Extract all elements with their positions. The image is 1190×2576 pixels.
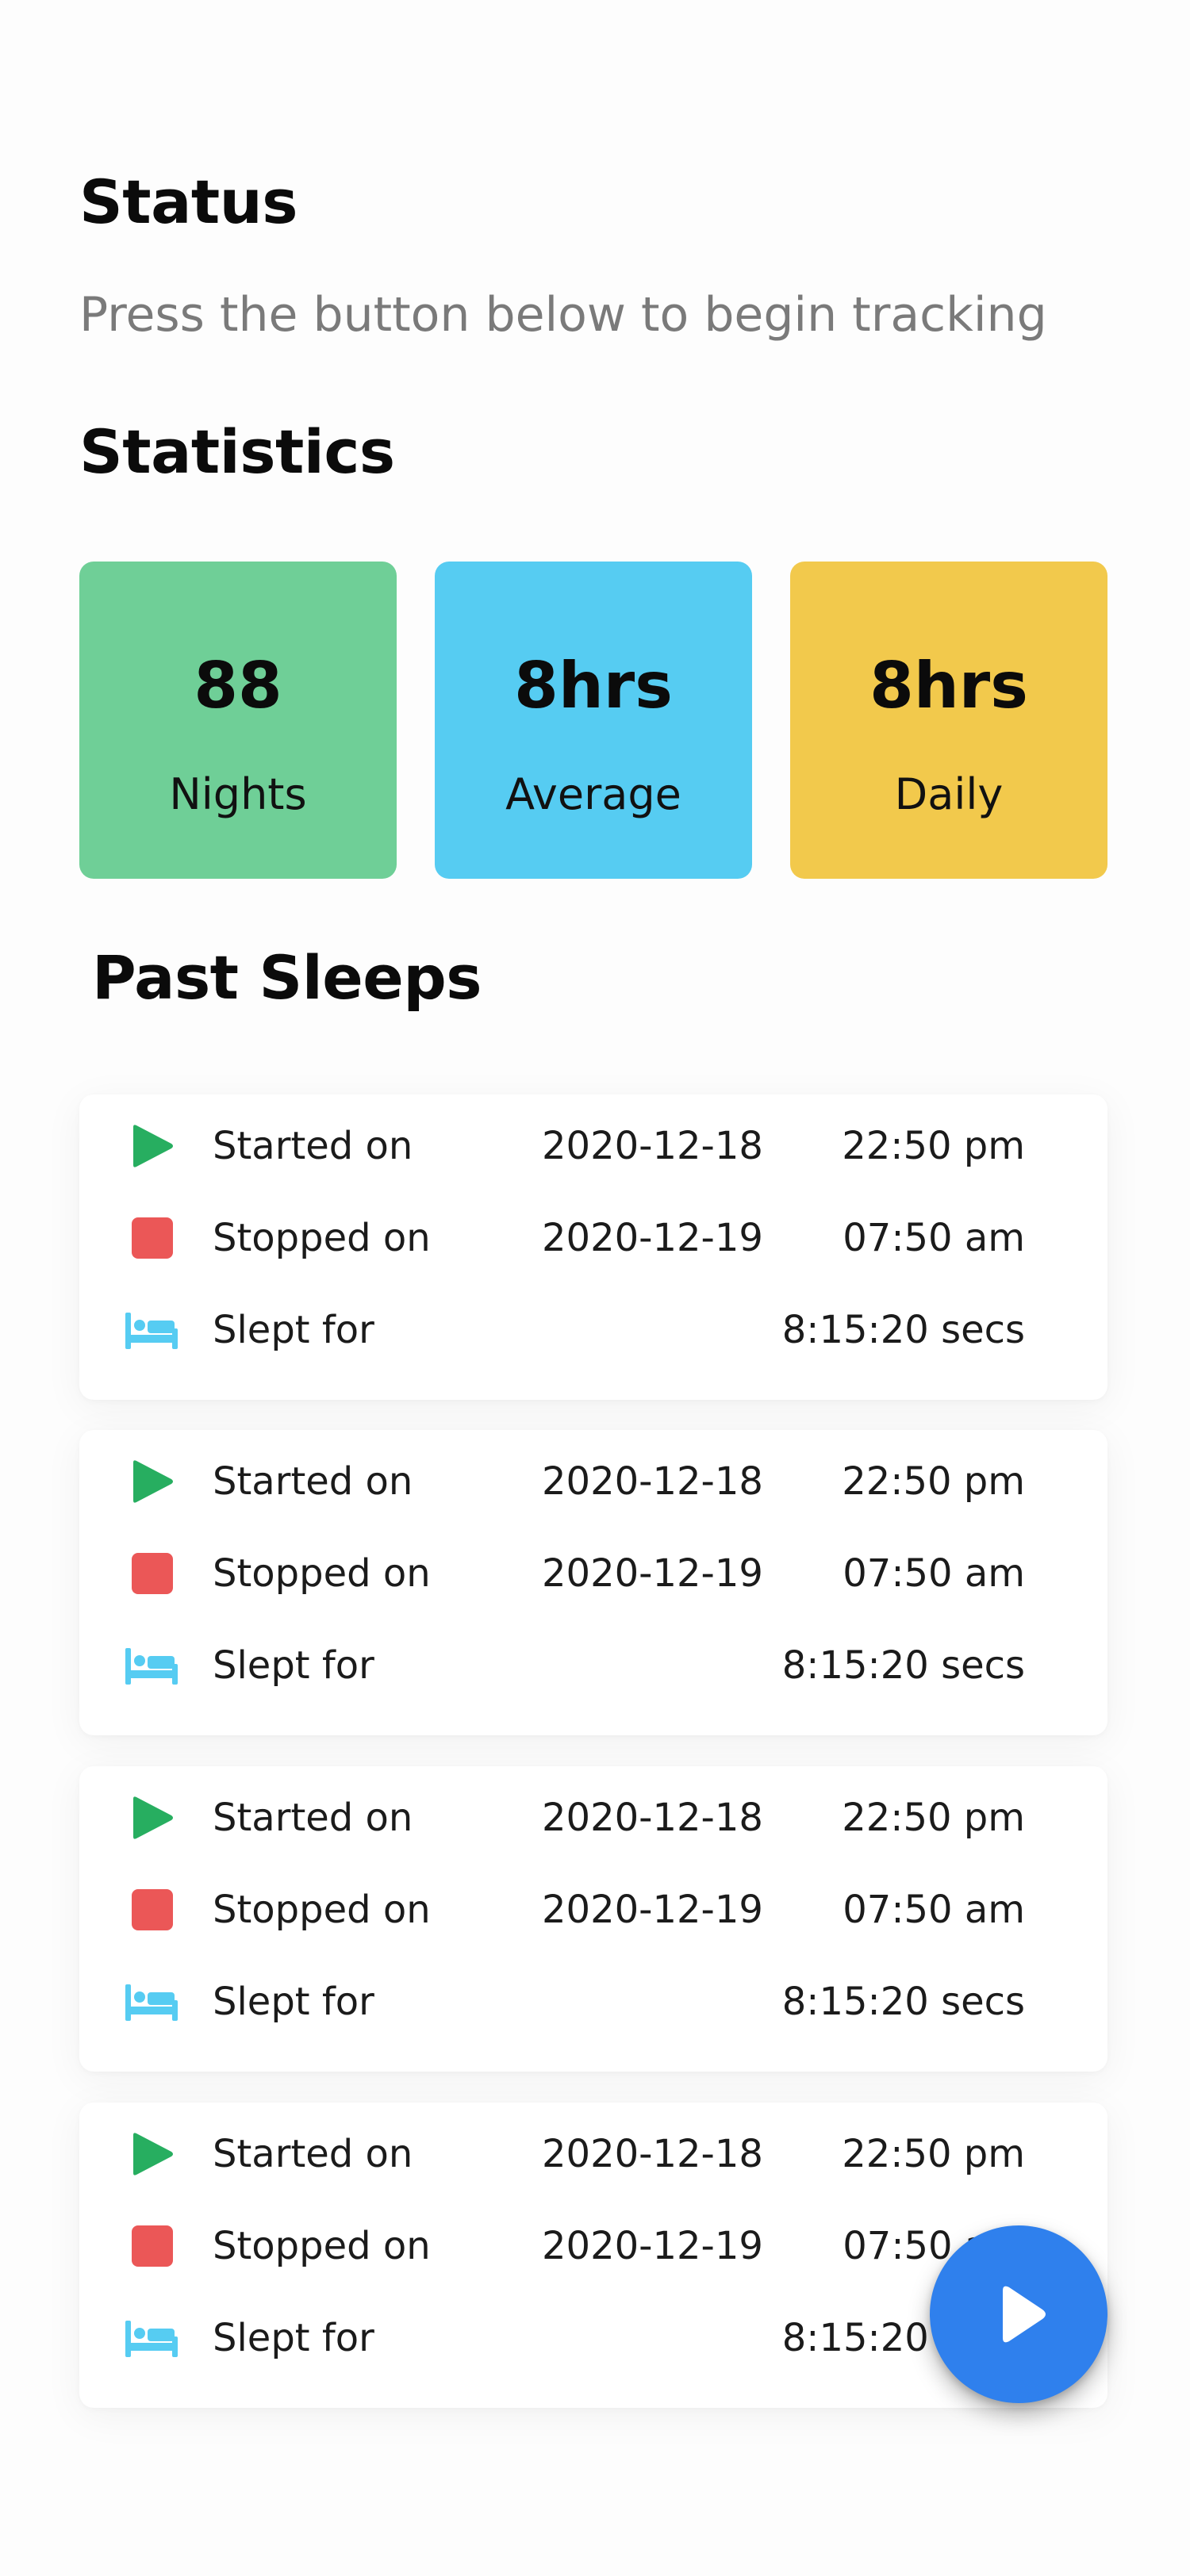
slept-label: Slept for — [213, 1643, 374, 1688]
sleep-record-card: Started on 2020-12-18 22:50 pm Stopped o… — [79, 1430, 1107, 1735]
stat-card-nights: 88 Nights — [79, 562, 397, 879]
stopped-date: 2020-12-19 — [542, 1551, 763, 1596]
play-icon — [125, 2132, 178, 2176]
started-date: 2020-12-18 — [542, 2132, 763, 2176]
slept-label: Slept for — [213, 1308, 374, 1352]
started-row: Started on 2020-12-18 22:50 pm — [79, 1790, 1107, 1846]
stopped-row: Stopped on 2020-12-19 07:50 am — [79, 1882, 1107, 1938]
stopped-row: Stopped on 2020-12-19 07:50 am — [79, 1546, 1107, 1601]
stat-label: Average — [505, 769, 681, 819]
stopped-date: 2020-12-19 — [542, 1216, 763, 1260]
play-icon — [125, 1124, 178, 1168]
started-time: 22:50 pm — [842, 1459, 1025, 1504]
started-label: Started on — [213, 1796, 413, 1840]
status-title: Status — [79, 167, 298, 237]
stopped-date: 2020-12-19 — [542, 2224, 763, 2268]
statistics-cards: 88 Nights 8hrs Average 8hrs Daily — [79, 562, 1107, 879]
started-row: Started on 2020-12-18 22:50 pm — [79, 2126, 1107, 2182]
started-date: 2020-12-18 — [542, 1459, 763, 1504]
stop-icon — [125, 1216, 178, 1260]
stopped-label: Stopped on — [213, 1551, 431, 1596]
bed-icon — [125, 1308, 178, 1352]
started-time: 22:50 pm — [842, 1124, 1025, 1168]
sleep-record-card: Started on 2020-12-18 22:50 pm Stopped o… — [79, 1766, 1107, 2072]
stopped-label: Stopped on — [213, 1216, 431, 1260]
stopped-label: Stopped on — [213, 1888, 431, 1932]
play-icon — [1003, 2286, 1046, 2343]
sleep-tracker-screen: Status Press the button below to begin t… — [0, 0, 1190, 2576]
stat-label: Nights — [169, 769, 307, 819]
started-label: Started on — [213, 1459, 413, 1504]
stop-icon — [125, 1888, 178, 1932]
stopped-label: Stopped on — [213, 2224, 431, 2268]
bed-icon — [125, 1643, 178, 1688]
started-row: Started on 2020-12-18 22:50 pm — [79, 1454, 1107, 1509]
start-tracking-button[interactable] — [930, 2225, 1107, 2403]
stop-icon — [125, 1551, 178, 1596]
slept-row: Slept for 8:15:20 secs — [79, 1974, 1107, 2030]
started-time: 22:50 pm — [842, 1796, 1025, 1840]
stopped-time: 07:50 am — [843, 1888, 1025, 1932]
stat-card-daily: 8hrs Daily — [790, 562, 1107, 879]
sleep-record-card: Started on 2020-12-18 22:50 pm Stopped o… — [79, 1094, 1107, 1400]
slept-row: Slept for 8:15:20 secs — [79, 1638, 1107, 1693]
stopped-time: 07:50 am — [843, 1551, 1025, 1596]
started-date: 2020-12-18 — [542, 1796, 763, 1840]
stat-value: 88 — [194, 649, 282, 723]
started-label: Started on — [213, 1124, 413, 1168]
started-label: Started on — [213, 2132, 413, 2176]
stat-label: Daily — [894, 769, 1004, 819]
stat-card-average: 8hrs Average — [435, 562, 752, 879]
slept-label: Slept for — [213, 1980, 374, 2024]
started-row: Started on 2020-12-18 22:50 pm — [79, 1118, 1107, 1174]
slept-row: Slept for 8:15:20 secs — [79, 1302, 1107, 1358]
bed-icon — [125, 1980, 178, 2024]
slept-value: 8:15:20 secs — [781, 1308, 1025, 1352]
slept-label: Slept for — [213, 2316, 374, 2360]
status-message: Press the button below to begin tracking — [79, 287, 1047, 343]
stopped-row: Stopped on 2020-12-19 07:50 am — [79, 1210, 1107, 1266]
stopped-time: 07:50 am — [843, 1216, 1025, 1260]
past-sleeps-title: Past Sleeps — [92, 942, 482, 1013]
slept-value: 8:15:20 secs — [781, 1643, 1025, 1688]
started-date: 2020-12-18 — [542, 1124, 763, 1168]
stat-value: 8hrs — [869, 649, 1028, 723]
bed-icon — [125, 2316, 178, 2360]
stopped-date: 2020-12-19 — [542, 1888, 763, 1932]
slept-value: 8:15:20 secs — [781, 1980, 1025, 2024]
play-icon — [125, 1796, 178, 1840]
stat-value: 8hrs — [514, 649, 673, 723]
started-time: 22:50 pm — [842, 2132, 1025, 2176]
play-icon — [125, 1459, 178, 1504]
stop-icon — [125, 2224, 178, 2268]
statistics-title: Statistics — [79, 416, 395, 487]
